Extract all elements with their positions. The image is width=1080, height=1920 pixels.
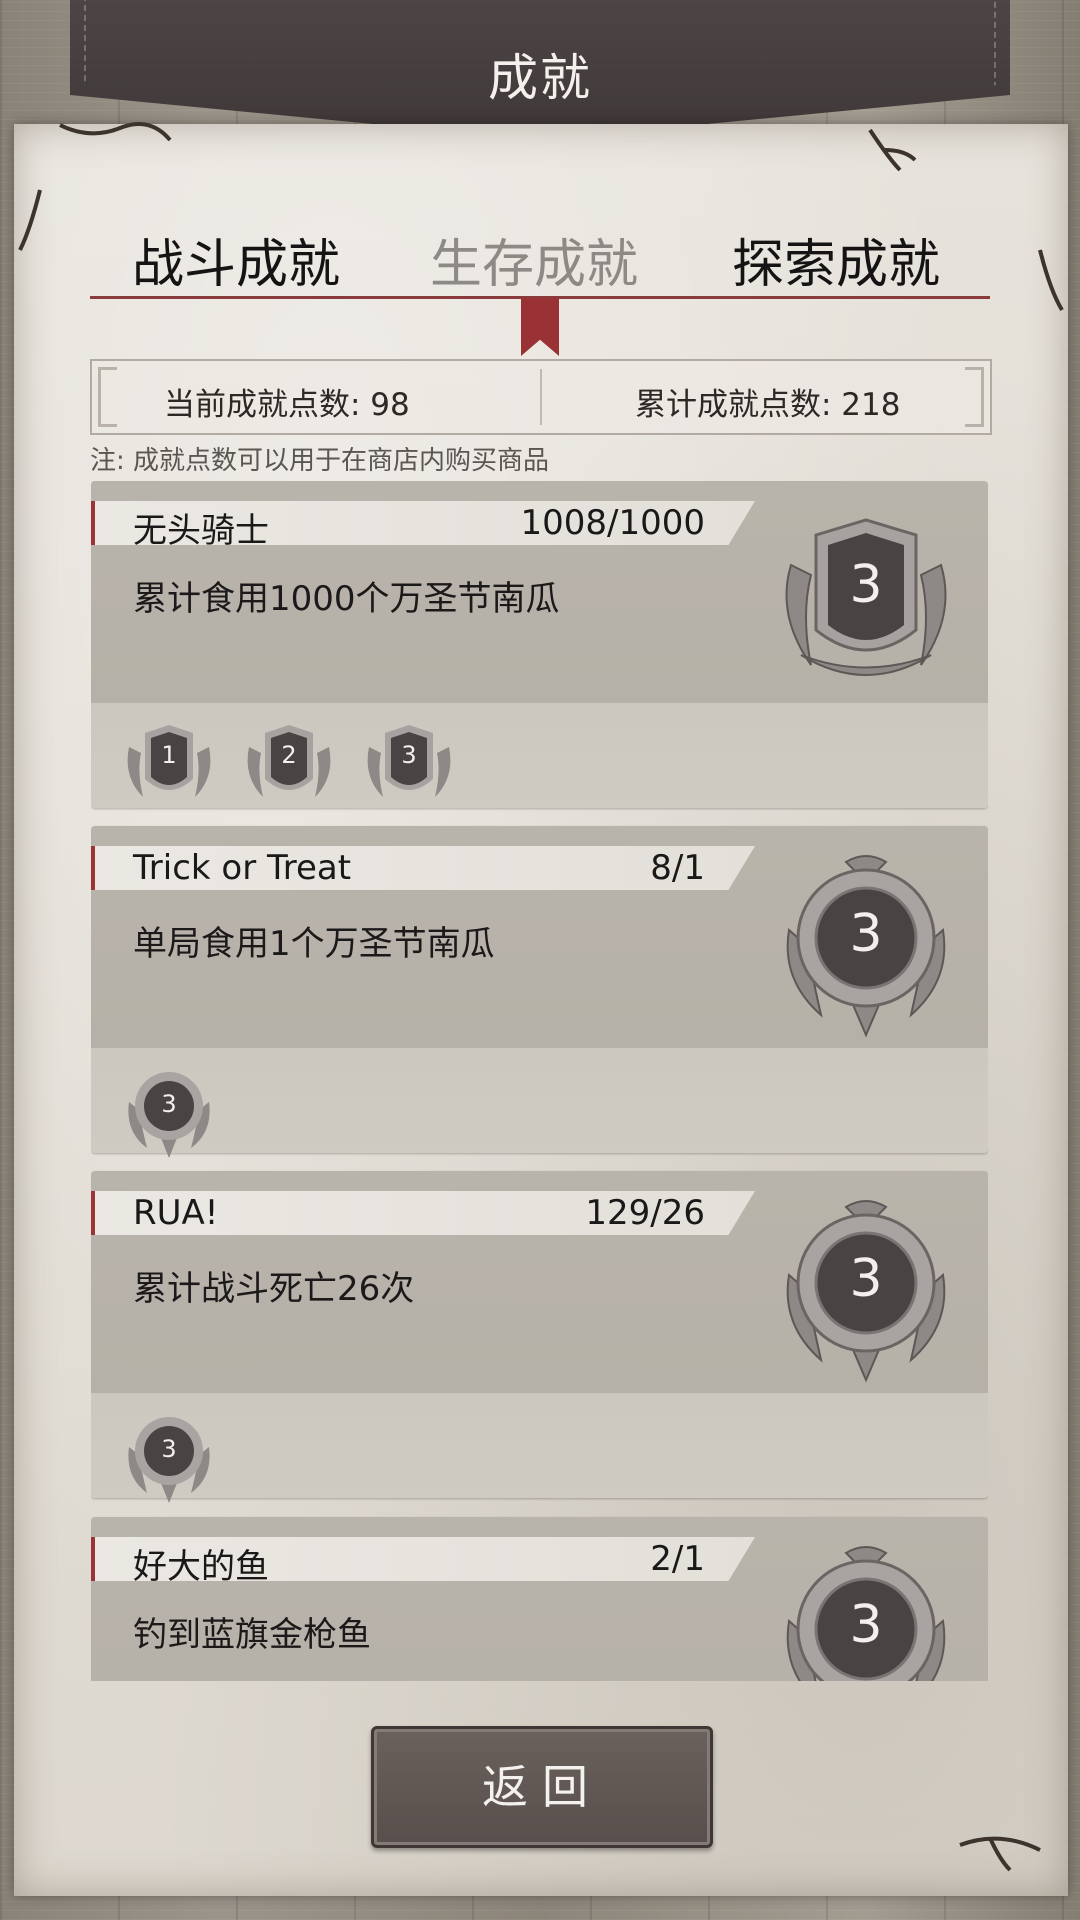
achievement-name: 好大的鱼 bbox=[133, 1547, 269, 1587]
tier-label: 3 bbox=[401, 741, 417, 769]
achievement-progress: 8/1 bbox=[650, 848, 705, 888]
badge-level: 3 bbox=[849, 555, 883, 615]
achievement-card: Trick or Treat 8/1 单局食用1个万圣节南瓜 3 3 bbox=[91, 826, 988, 1158]
badge-level: 3 bbox=[849, 904, 883, 964]
achievement-list[interactable]: 无头骑士 1008/1000 累计食用1000个万圣节南瓜 3 1 2 3 Tr… bbox=[91, 481, 988, 1681]
achievement-description: 累计食用1000个万圣节南瓜 bbox=[133, 579, 560, 619]
tier-3-badge-icon: 3 bbox=[121, 1407, 217, 1503]
total-points: 累计成就点数: 218 bbox=[635, 387, 901, 423]
achievement-name: RUA! bbox=[133, 1193, 219, 1233]
page-title: 成就 bbox=[488, 49, 592, 107]
tier-2-badge-icon: 2 bbox=[241, 717, 337, 807]
achievement-description: 累计战斗死亡26次 bbox=[133, 1269, 415, 1309]
tier-label: 2 bbox=[281, 741, 297, 769]
tier-3-badge-icon: 3 bbox=[361, 717, 457, 807]
divider bbox=[540, 369, 542, 425]
points-note: 注: 成就点数可以用于在商店内购买商品 bbox=[90, 446, 550, 476]
shield-laurel-badge-icon: 3 bbox=[771, 505, 961, 695]
tier-label: 3 bbox=[161, 1090, 177, 1118]
tier-label: 3 bbox=[161, 1435, 177, 1463]
tier-3-badge-icon: 3 bbox=[121, 1062, 217, 1158]
ornate-round-badge-icon: 3 bbox=[771, 1195, 961, 1385]
badge-level: 3 bbox=[849, 1595, 883, 1655]
ornate-round-badge-icon: 3 bbox=[771, 850, 961, 1040]
tab-survival[interactable]: 生存成就 bbox=[430, 222, 638, 297]
current-points: 当前成就点数: 98 bbox=[164, 387, 410, 423]
tier-1-badge-icon: 1 bbox=[121, 717, 217, 807]
tab-exploration[interactable]: 探索成就 bbox=[732, 222, 940, 297]
points-summary: 当前成就点数: 98 累计成就点数: 218 bbox=[90, 359, 992, 435]
achievement-name: 无头骑士 bbox=[133, 511, 269, 551]
achievement-card: 无头骑士 1008/1000 累计食用1000个万圣节南瓜 3 1 2 3 bbox=[91, 481, 988, 808]
achievement-progress: 1008/1000 bbox=[520, 503, 705, 543]
tier-label: 1 bbox=[161, 741, 177, 769]
achievement-name: Trick or Treat bbox=[133, 848, 352, 888]
achievement-description: 钓到蓝旗金枪鱼 bbox=[133, 1615, 371, 1655]
ornate-round-badge-icon: 3 bbox=[771, 1541, 961, 1681]
achievement-progress: 129/26 bbox=[585, 1193, 705, 1233]
achievement-description: 单局食用1个万圣节南瓜 bbox=[133, 924, 495, 964]
badge-level: 3 bbox=[849, 1249, 883, 1309]
tab-bar: 战斗成就 生存成就 探索成就 bbox=[90, 222, 990, 302]
back-button[interactable]: 返回 bbox=[371, 1726, 713, 1848]
achievement-progress: 2/1 bbox=[650, 1539, 705, 1579]
achievement-card: 好大的鱼 2/1 钓到蓝旗金枪鱼 3 3 bbox=[91, 1517, 988, 1681]
tab-combat[interactable]: 战斗成就 bbox=[132, 222, 340, 297]
achievement-card: RUA! 129/26 累计战斗死亡26次 3 3 bbox=[91, 1171, 988, 1503]
